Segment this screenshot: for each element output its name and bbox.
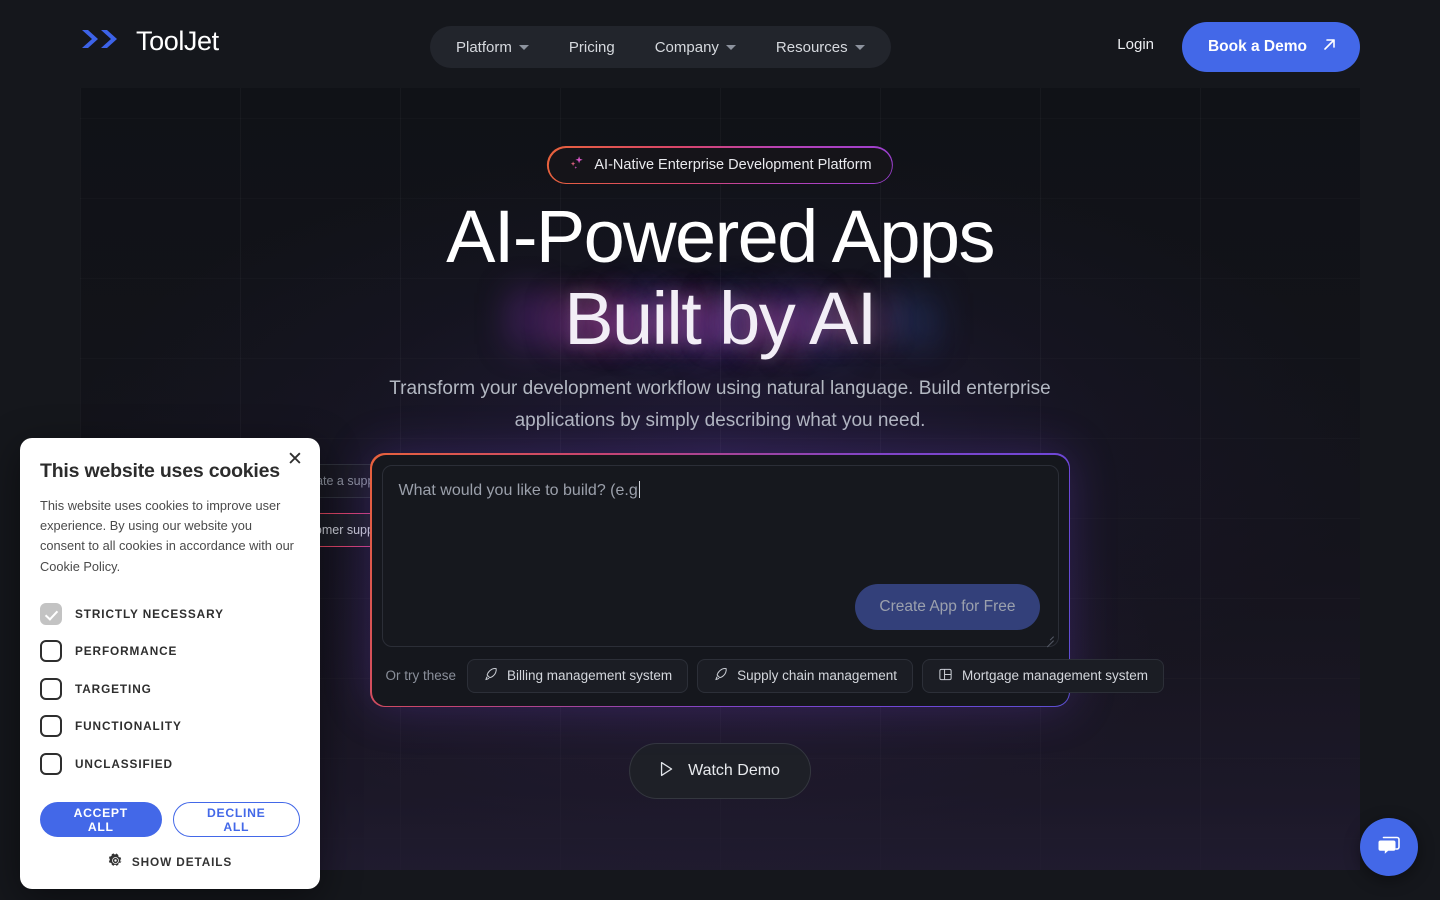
cookie-option-performance[interactable]: PERFORMANCE [40,632,300,670]
cookie-option-unclassified[interactable]: UNCLASSIFIED [40,745,300,783]
try-chip-label: Mortgage management system [961,668,1149,683]
show-details-label: SHOW DETAILS [131,855,233,870]
page-root: Employee onboarding app Inventory dashbo… [0,0,1440,900]
watch-demo-label: Watch Demo [688,762,780,779]
checkbox-icon[interactable] [40,715,62,738]
checkbox-icon[interactable] [40,752,62,775]
cookie-option-label: FUNCTIONALITY [75,719,182,734]
chevron-down-icon [854,44,865,50]
gear-icon [108,853,123,871]
rocket-icon [713,667,728,685]
cookie-option-label: PERFORMANCE [75,644,178,659]
cookie-banner-description: This website uses cookies to improve use… [40,498,294,574]
nav-label: Company [654,38,719,56]
create-app-button[interactable]: Create App for Free [855,583,1040,630]
brand-logo[interactable]: ToolJet [80,28,219,55]
try-chip-billing[interactable]: Billing management system [467,658,689,693]
nav-label: Pricing [568,38,615,56]
decline-all-button[interactable]: DECLINE ALL [172,802,300,838]
page-title-line-1: AI-Powered Apps [446,195,995,278]
brand-name: ToolJet [136,26,219,56]
watch-demo-button[interactable]: Watch Demo [629,743,811,799]
cookie-option-label: STRICTLY NECESSARY [75,606,224,621]
accept-all-button[interactable]: ACCEPT ALL [40,802,162,838]
site-header: ToolJet Platform Pricing Company Resourc… [0,0,1440,88]
login-link[interactable]: Login [1117,36,1154,53]
try-chip-label: Supply chain management [737,668,897,683]
nav-item-company[interactable]: Company [635,26,756,68]
try-chip-mortgage[interactable]: Mortgage management system [921,658,1165,693]
checkbox-checked-icon[interactable] [40,602,62,625]
checkbox-icon[interactable] [40,677,62,700]
page-title: AI-Powered Apps Built by AI [0,195,1440,361]
cookie-consent-banner: ✕ This website uses cookies This website… [20,438,320,890]
text-cursor [638,480,640,498]
try-these-row: Or try these Billing management system S… [382,658,1165,693]
hero-badge-label: AI-Native Enterprise Development Platfor… [594,157,872,173]
sparkles-icon [566,153,585,177]
cookie-category-list: STRICTLY NECESSARY PERFORMANCE TARGETING… [40,595,300,783]
layout-panel-icon [938,667,953,685]
cookie-actions: ACCEPT ALL DECLINE ALL [40,802,300,838]
cookie-option-functionality[interactable]: FUNCTIONALITY [40,707,300,745]
show-details-button[interactable]: SHOW DETAILS [40,853,300,871]
cookie-option-label: TARGETING [75,681,152,696]
hero-badge[interactable]: AI-Native Enterprise Development Platfor… [546,146,894,184]
book-a-demo-button[interactable]: Book a Demo [1181,22,1360,72]
chat-bubbles-icon [1374,831,1404,864]
page-title-line-2: Built by AI [564,277,877,361]
checkbox-icon[interactable] [40,640,62,663]
prompt-placeholder: What would you like to build? (e.g [398,480,640,499]
tooljet-logo-icon [80,28,126,55]
cookie-option-targeting[interactable]: TARGETING [40,670,300,708]
textarea-resize-handle[interactable] [1043,631,1055,643]
prompt-input[interactable]: What would you like to build? (e.g Creat… [381,464,1059,647]
rocket-icon [483,667,498,685]
cookie-option-strictly-necessary[interactable]: STRICTLY NECESSARY [40,595,300,633]
nav-item-platform[interactable]: Platform [436,26,549,68]
try-these-label: Or try these [385,668,457,683]
cookie-banner-title: This website uses cookies [40,460,280,482]
nav-item-pricing[interactable]: Pricing [549,26,635,68]
try-chip-supply-chain[interactable]: Supply chain management [697,658,913,693]
nav-label: Platform [456,38,512,56]
nav-label: Resources [775,38,848,56]
chevron-down-icon [518,44,529,50]
arrow-up-right-icon [1321,36,1338,58]
prompt-card: What would you like to build? (e.g Creat… [370,453,1165,707]
close-icon[interactable]: ✕ [284,448,306,470]
chat-widget-button[interactable] [1360,818,1418,876]
hero-subtitle: Transform your development workflow usin… [389,378,1051,431]
try-chip-label: Billing management system [507,668,673,683]
chevron-down-icon [725,44,736,50]
cookie-option-label: UNCLASSIFIED [75,756,173,771]
book-a-demo-label: Book a Demo [1207,38,1307,55]
main-nav: Platform Pricing Company Resources [430,26,891,68]
nav-item-resources[interactable]: Resources [756,26,885,68]
play-icon [656,759,676,784]
